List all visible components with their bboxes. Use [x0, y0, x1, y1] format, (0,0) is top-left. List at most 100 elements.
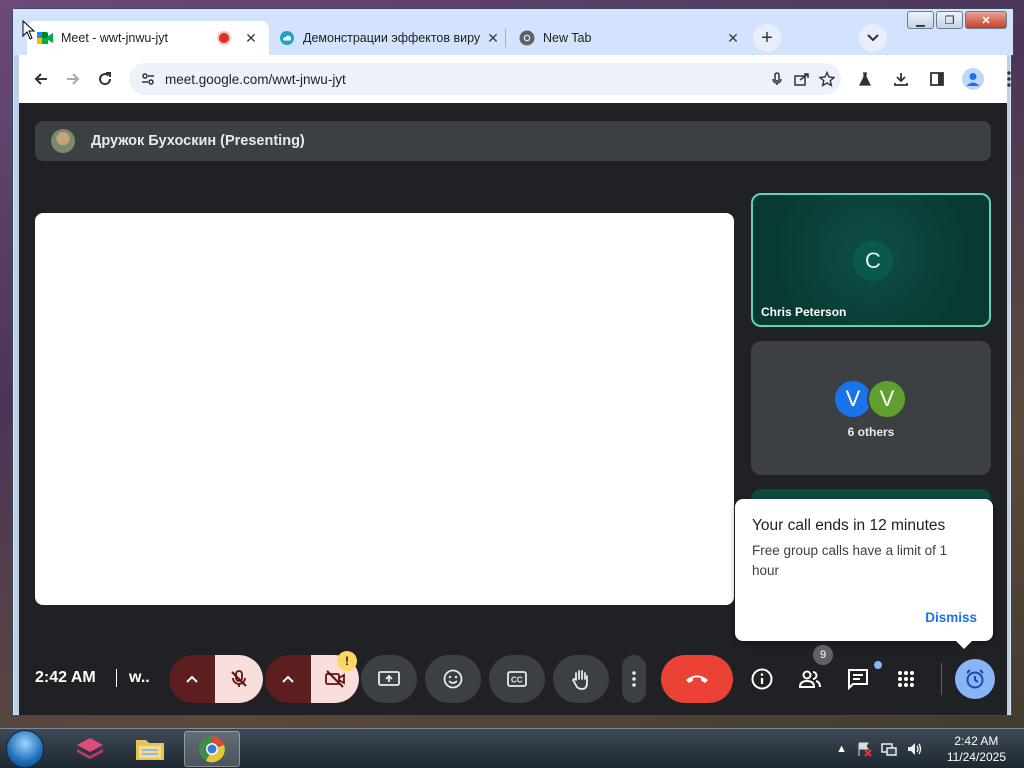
recording-indicator-icon: [219, 33, 229, 43]
tab-meet[interactable]: Meet - wwt-jnwu-jyt ✕: [27, 21, 269, 55]
popup-message: Free group calls have a limit of 1 hour: [752, 543, 948, 578]
tab-new-tab[interactable]: New Tab ✕: [509, 21, 751, 55]
call-limit-popup: Your call ends in 12 minutes Free group …: [735, 499, 993, 649]
tab-strip: Meet - wwt-jnwu-jyt ✕ Демонстрации эффек…: [13, 9, 1013, 55]
presentation-stage: [35, 213, 734, 605]
tab-virus-demos[interactable]: Демонстрации эффектов виру ✕: [269, 21, 511, 55]
avatar: V: [867, 379, 907, 419]
people-button[interactable]: [790, 659, 830, 699]
more-options-button[interactable]: [622, 655, 646, 703]
window-close-button[interactable]: ✕: [965, 11, 1007, 29]
profile-avatar-icon: [962, 68, 984, 90]
activities-button[interactable]: [886, 659, 926, 699]
windows-taskbar: ▲ 2:42 AM 11/24/2025: [0, 728, 1024, 768]
popup-title: Your call ends in 12 minutes: [752, 517, 946, 534]
plus-icon: +: [761, 26, 773, 49]
mouse-cursor-icon: [22, 20, 36, 40]
audio-options-button[interactable]: [169, 655, 215, 703]
chat-button[interactable]: [838, 659, 878, 699]
chrome-icon: [199, 736, 225, 763]
hand-icon: [571, 670, 588, 690]
avatar: [51, 129, 75, 153]
meet-page: Дружок Бухоскин (Presenting) C Chris Pet…: [19, 103, 1007, 715]
side-panel-icon: [930, 72, 944, 86]
meeting-time: 2:42 AM: [35, 669, 96, 686]
divider: [116, 669, 117, 687]
more-vert-icon: [1007, 71, 1011, 87]
share-icon[interactable]: [793, 71, 811, 87]
cloud-icon: [279, 30, 295, 46]
others-tile[interactable]: V V 6 others: [751, 341, 991, 475]
tab-separator: [505, 29, 506, 47]
captions-button[interactable]: CC: [489, 655, 545, 703]
action-center-flag-icon[interactable]: [856, 741, 872, 757]
call-end-icon: [686, 675, 708, 683]
arrow-right-icon: [67, 73, 80, 85]
divider: [941, 663, 942, 695]
new-tab-button[interactable]: +: [753, 24, 781, 52]
clock-time: 2:42 AM: [954, 734, 999, 748]
maximize-button[interactable]: ❐: [936, 11, 963, 29]
google-meet-icon: [37, 30, 53, 46]
downloads-button[interactable]: [885, 63, 917, 95]
emoji-icon: [443, 669, 463, 689]
forward-button[interactable]: [57, 63, 89, 95]
present-screen-button[interactable]: [361, 655, 417, 703]
leave-call-button[interactable]: [661, 655, 733, 703]
dismiss-button[interactable]: Dismiss: [925, 610, 977, 625]
svg-text:CC: CC: [511, 676, 523, 685]
chevron-up-icon: [186, 675, 198, 683]
mic-off-icon: [231, 670, 247, 687]
meeting-details-button[interactable]: [742, 659, 782, 699]
taskbar-file-explorer[interactable]: [122, 731, 178, 767]
warning-badge: !: [337, 651, 357, 671]
browser-menu-button[interactable]: [993, 63, 1024, 95]
video-options-button[interactable]: [265, 655, 311, 703]
closed-captions-icon: CC: [507, 671, 527, 687]
chat-icon: [848, 669, 868, 690]
bookmark-star-icon[interactable]: [819, 71, 835, 87]
close-icon[interactable]: ✕: [485, 30, 501, 47]
apps-grid-icon: [898, 671, 914, 687]
labs-button[interactable]: [849, 63, 881, 95]
reload-icon: [99, 72, 112, 86]
people-icon: [798, 670, 821, 688]
site-settings-icon: [142, 73, 154, 85]
tab-label: New Tab: [543, 31, 592, 45]
taskbar-chrome[interactable]: [184, 731, 240, 767]
call-timer-button[interactable]: [955, 659, 995, 699]
download-icon: [894, 73, 908, 86]
minimize-button[interactable]: ▁: [907, 11, 934, 29]
side-panel-button[interactable]: [921, 63, 953, 95]
microphone-icon[interactable]: [769, 71, 785, 87]
close-icon[interactable]: ✕: [243, 30, 259, 47]
network-icon[interactable]: [881, 741, 897, 757]
raise-hand-button[interactable]: [553, 655, 609, 703]
profile-button[interactable]: [957, 63, 989, 95]
notification-dot: [874, 661, 882, 669]
volume-icon[interactable]: [906, 741, 924, 757]
reload-button[interactable]: [89, 63, 121, 95]
reactions-button[interactable]: [425, 655, 481, 703]
participant-tile[interactable]: C Chris Peterson: [751, 193, 991, 327]
mic-toggle-button[interactable]: [215, 655, 263, 703]
avatar: C: [853, 241, 893, 281]
tray-expand-icon[interactable]: ▲: [836, 743, 847, 755]
taskbar-app-stack[interactable]: [62, 731, 118, 767]
window-controls: ▁ ❐ ✕: [907, 11, 1007, 29]
taskbar-clock[interactable]: 2:42 AM 11/24/2025: [947, 733, 1006, 765]
presenter-bar: Дружок Бухоскин (Presenting): [35, 121, 991, 161]
participant-name: Chris Peterson: [761, 305, 847, 319]
popup-pointer: [955, 640, 973, 649]
tab-label: Meet - wwt-jnwu-jyt: [61, 31, 168, 45]
back-button[interactable]: [25, 63, 57, 95]
flask-icon: [859, 72, 871, 86]
meeting-code: w..: [129, 669, 150, 686]
more-vert-icon: [632, 671, 636, 687]
close-icon[interactable]: ✕: [725, 30, 741, 47]
start-button[interactable]: [6, 730, 44, 768]
address-bar[interactable]: meet.google.com/wwt-jnwu-jyt: [129, 63, 841, 95]
participant-count-badge: 9: [813, 645, 833, 665]
chevron-down-icon: [867, 34, 879, 42]
tab-search-button[interactable]: [859, 24, 887, 52]
